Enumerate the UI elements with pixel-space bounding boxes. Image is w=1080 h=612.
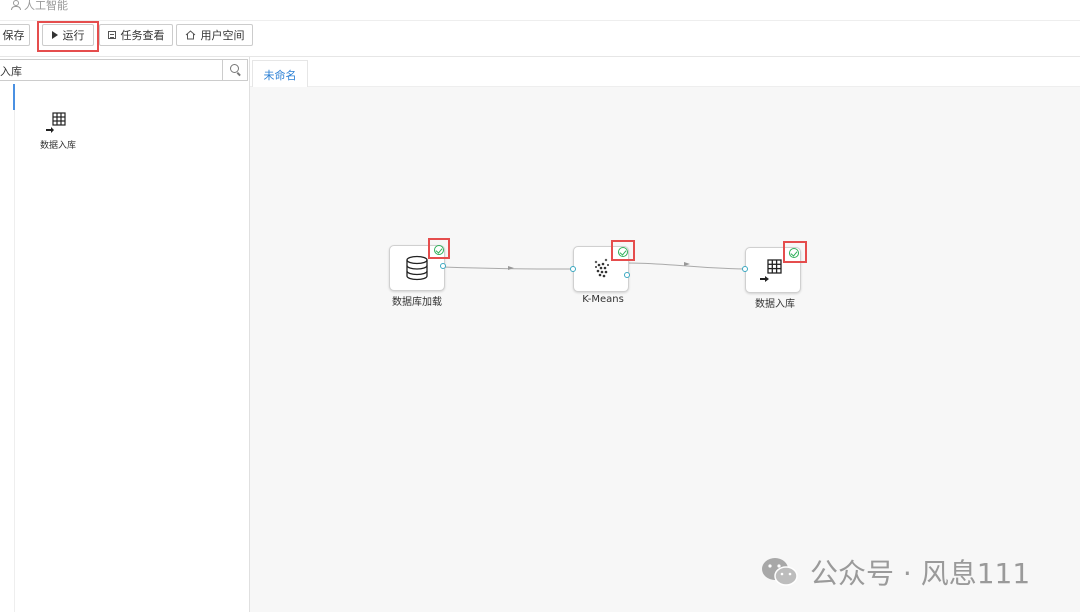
- output-port[interactable]: [624, 272, 630, 278]
- input-port[interactable]: [742, 266, 748, 272]
- breadcrumb[interactable]: 人工智能: [10, 0, 68, 13]
- toolbar: 保存 运行 任务查看 用户空间: [0, 20, 1080, 57]
- home-icon: [185, 30, 195, 40]
- save-label: 保存: [2, 29, 25, 42]
- edge-arrow-2: [684, 262, 690, 266]
- node-label: 数据库加载: [392, 297, 442, 308]
- user-space-button[interactable]: 用户空间: [176, 24, 253, 46]
- workflow-canvas[interactable]: 数据库加载 K-Means 数据入库: [250, 87, 1080, 612]
- workflow-edges: [442, 262, 746, 270]
- task-list-icon: [107, 31, 116, 39]
- tab-label: 未命名: [263, 68, 297, 82]
- tab-untitled[interactable]: 未命名: [252, 60, 308, 88]
- search-input[interactable]: [0, 62, 220, 80]
- search-button[interactable]: [222, 59, 247, 81]
- palette-item-label: 数据入库: [39, 141, 76, 151]
- node-label: 数据入库: [755, 299, 795, 310]
- top-bar: 人工智能: [0, 0, 1080, 21]
- save-button[interactable]: 保存: [0, 24, 30, 46]
- user-icon: [10, 0, 21, 10]
- watermark: 公众号 · 风息111: [760, 552, 1030, 592]
- run-button-highlight: [37, 21, 99, 52]
- palette-item-data-store[interactable]: 数据入库: [36, 110, 80, 151]
- search-icon: [230, 64, 239, 73]
- status-highlight: [611, 240, 635, 261]
- component-search: [0, 59, 248, 81]
- output-port[interactable]: [440, 263, 446, 269]
- input-port[interactable]: [570, 266, 576, 272]
- status-highlight: [783, 241, 807, 263]
- tree-selection-indicator: [13, 84, 15, 110]
- wechat-icon: [762, 558, 798, 586]
- user-space-label: 用户空间: [200, 29, 245, 42]
- task-view-label: 任务查看: [120, 29, 165, 42]
- task-view-button[interactable]: 任务查看: [99, 24, 173, 46]
- table-export-icon: [46, 112, 66, 133]
- status-highlight: [428, 238, 450, 259]
- edge-arrow-1: [508, 266, 514, 270]
- breadcrumb-label: 人工智能: [24, 0, 68, 12]
- editor-tabs: 未命名: [250, 58, 1080, 88]
- node-label: K-Means: [582, 294, 624, 305]
- watermark-text: 公众号 · 风息111: [810, 557, 1031, 590]
- tree-guide-line: [14, 110, 15, 612]
